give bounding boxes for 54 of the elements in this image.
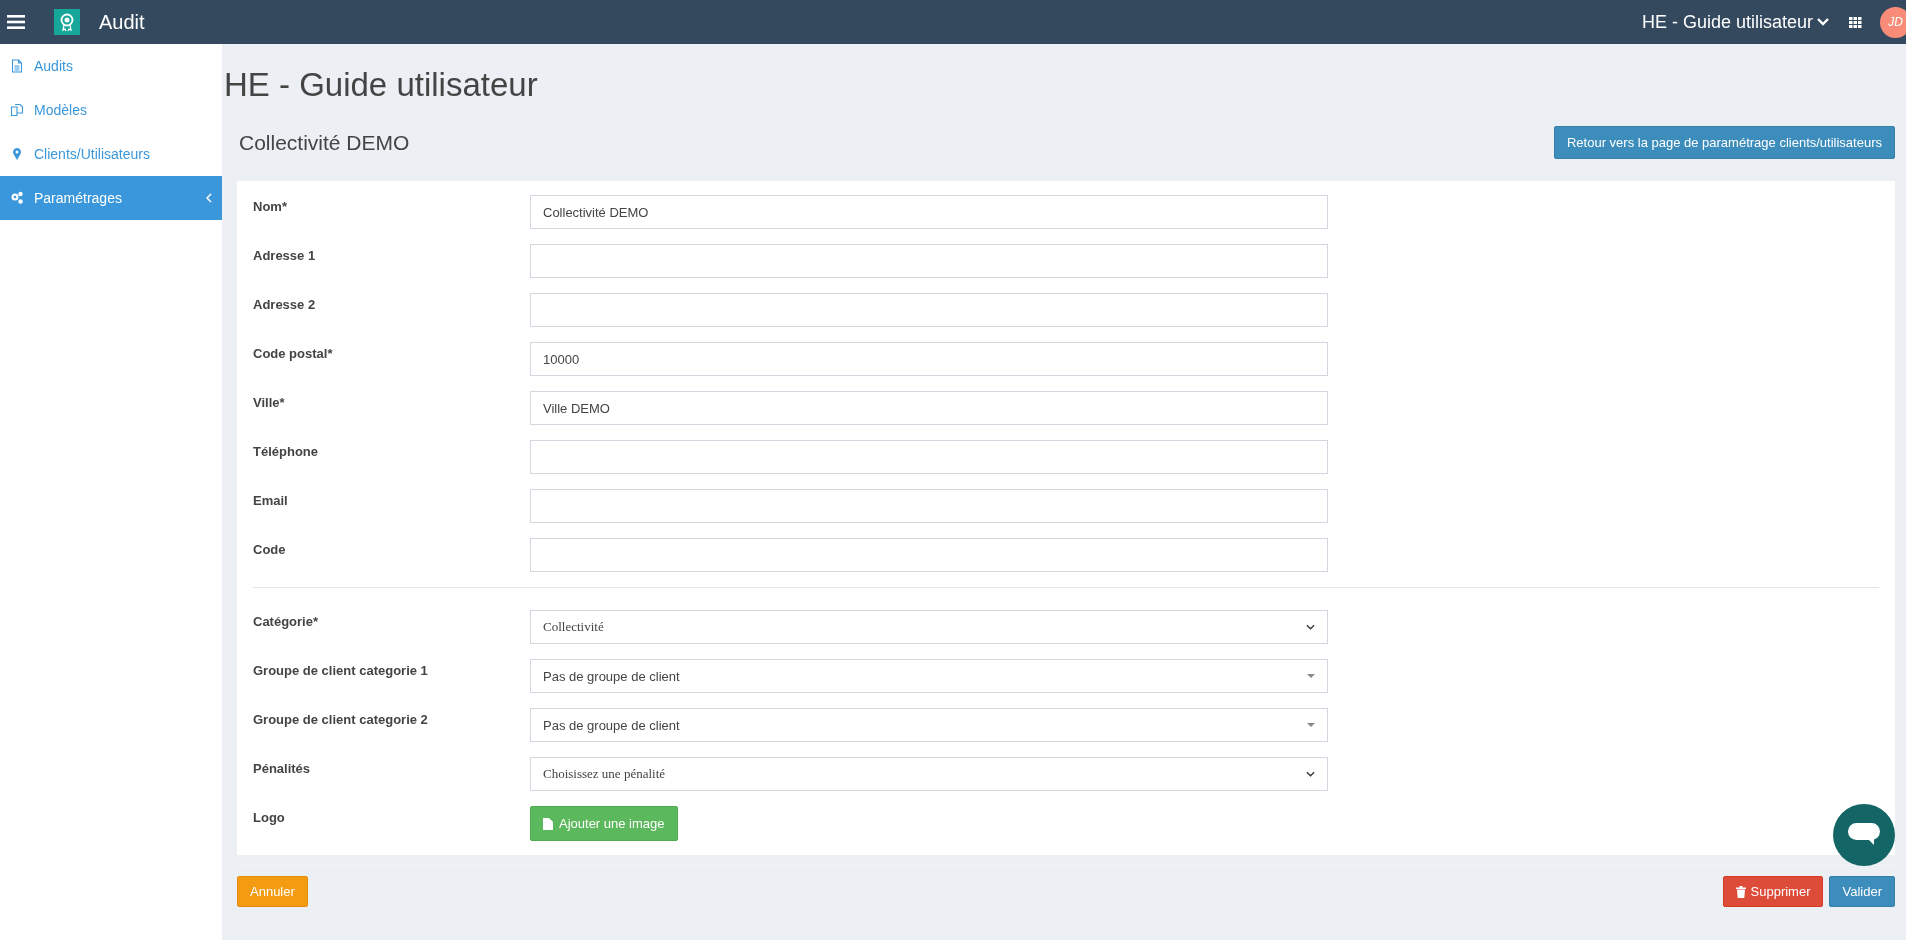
field-label: Catégorie* <box>253 613 320 629</box>
copies-icon <box>10 103 24 117</box>
field-label: Email <box>253 492 289 508</box>
add-image-button[interactable]: Ajouter une image <box>530 806 678 841</box>
dropdown-field[interactable]: Pas de groupe de client <box>530 659 1328 693</box>
chevron-down-icon <box>1817 18 1829 26</box>
award-badge-icon <box>54 9 80 35</box>
page-title: HE - Guide utilisateur <box>224 66 539 104</box>
chevron-down-icon <box>1306 771 1315 777</box>
chevron-down-icon <box>1306 624 1315 630</box>
field-label: Groupe de client categorie 1 <box>253 662 429 678</box>
chat-bubble-icon <box>1848 823 1880 847</box>
workspace-dropdown[interactable]: HE - Guide utilisateur <box>1641 11 1829 33</box>
text-field[interactable]: Ville DEMO <box>530 391 1328 425</box>
field-label: Pénalités <box>253 760 312 776</box>
cancel-button[interactable]: Annuler <box>237 876 308 907</box>
sidebar-item[interactable]: Paramétrages <box>0 176 222 220</box>
sidebar-item[interactable]: Clients/Utilisateurs <box>0 132 222 176</box>
caret-down-icon <box>1307 674 1315 678</box>
menu-icon[interactable] <box>7 15 25 29</box>
delete-button[interactable]: Supprimer <box>1722 876 1824 907</box>
field-label: Code postal* <box>253 345 334 361</box>
section-title: Collectivité DEMO <box>239 130 410 155</box>
field-label: Adresse 1 <box>253 247 317 263</box>
field-label: Groupe de client categorie 2 <box>253 711 429 727</box>
file-icon <box>543 817 553 830</box>
dropdown-field[interactable]: Pas de groupe de client <box>530 708 1328 742</box>
text-field[interactable] <box>530 489 1328 523</box>
text-field[interactable]: Collectivité DEMO <box>530 195 1328 229</box>
document-icon <box>10 59 24 73</box>
user-avatar[interactable]: JD <box>1880 6 1906 38</box>
sidebar-item[interactable]: Modèles <box>0 88 222 132</box>
trash-icon <box>1735 885 1746 898</box>
field-label: Code <box>253 541 287 557</box>
gears-icon <box>10 191 24 205</box>
text-field[interactable] <box>530 538 1328 572</box>
back-button[interactable]: Retour vers la page de paramétrage clients/utilisateurs <box>1553 126 1895 159</box>
dropdown-field[interactable]: Collectivité <box>530 610 1328 644</box>
submit-button[interactable]: Valider <box>1829 876 1895 907</box>
text-field[interactable] <box>530 293 1328 327</box>
field-label: Nom* <box>253 198 288 214</box>
dropdown-field[interactable]: Choisissez une pénalité <box>530 757 1328 791</box>
field-label: Ville* <box>253 394 286 410</box>
apps-grid-icon[interactable] <box>1849 16 1862 28</box>
text-field[interactable] <box>530 440 1328 474</box>
map-pin-icon <box>10 147 24 161</box>
field-label: Adresse 2 <box>253 296 317 312</box>
text-field[interactable] <box>530 244 1328 278</box>
text-field[interactable]: 10000 <box>530 342 1328 376</box>
caret-down-icon <box>1307 723 1315 727</box>
field-label: Logo <box>253 809 286 825</box>
sidebar-item[interactable]: Audits <box>0 44 222 88</box>
field-label: Téléphone <box>253 443 319 459</box>
app-name: Audit <box>99 10 145 34</box>
